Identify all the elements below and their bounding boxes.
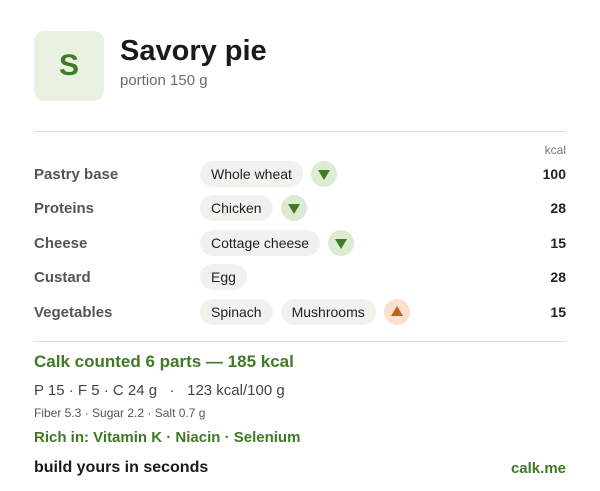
ingredient-chip[interactable]: Mushrooms	[280, 299, 376, 325]
ingredient-row-pastry-base: Pastry base Whole wheat 100	[34, 160, 566, 188]
ingredient-chips: Egg	[200, 263, 247, 291]
kcal-column-header: kcal	[544, 143, 566, 157]
portion-label: portion 150 g	[120, 72, 208, 89]
divider	[34, 341, 566, 342]
trend-down-icon[interactable]	[280, 195, 307, 221]
trend-up-icon[interactable]	[383, 299, 410, 325]
micro-nutrients-line: Fiber 5.3 · Sugar 2.2 · Salt 0.7 g	[34, 406, 206, 420]
recipe-avatar: S	[34, 31, 104, 101]
row-label: Custard	[34, 269, 91, 286]
ingredient-row-proteins: Proteins Chicken 28	[34, 194, 566, 222]
trend-down-icon[interactable]	[310, 161, 337, 187]
ingredient-row-vegetables: Vegetables Spinach Mushrooms 15	[34, 298, 566, 326]
ingredient-row-cheese: Cheese Cottage cheese 15	[34, 229, 566, 257]
row-kcal-value: 28	[550, 200, 566, 216]
rich-in-line: Rich in: Vitamin K · Niacin · Selenium	[34, 429, 301, 446]
row-kcal-value: 100	[542, 166, 566, 182]
row-label: Proteins	[34, 200, 95, 217]
ingredient-row-custard: Custard Egg 28	[34, 263, 566, 291]
row-kcal-value: 15	[550, 235, 566, 251]
avatar-letter: S	[58, 49, 79, 82]
ingredient-chip[interactable]: Cottage cheese	[200, 230, 321, 256]
page-title: Savory pie	[120, 35, 267, 67]
ingredient-chips: Spinach Mushrooms	[200, 298, 410, 326]
tagline: build yours in seconds	[34, 459, 209, 476]
ingredient-chips: Chicken	[200, 194, 307, 222]
brand-link[interactable]: calk.me	[511, 460, 566, 477]
row-label: Vegetables	[34, 304, 113, 321]
ingredient-chip[interactable]: Whole wheat	[200, 161, 303, 187]
row-kcal-value: 28	[550, 269, 566, 285]
ingredient-chips: Cottage cheese	[200, 229, 355, 257]
macros-line: P 15 · F 5 · C 24 g · 123 kcal/100 g	[34, 382, 285, 399]
row-label: Cheese	[34, 235, 88, 252]
trend-down-icon[interactable]	[328, 230, 355, 256]
ingredient-chip[interactable]: Chicken	[200, 195, 273, 221]
ingredient-chip[interactable]: Egg	[200, 264, 247, 290]
ingredient-chips: Whole wheat	[200, 160, 337, 188]
row-kcal-value: 15	[550, 304, 566, 320]
divider	[34, 131, 566, 132]
summary-heading: Calk counted 6 parts — 185 kcal	[34, 352, 294, 371]
ingredient-chip[interactable]: Spinach	[200, 299, 273, 325]
recipe-card: S Savory pie portion 150 g kcal Pastry b…	[0, 0, 600, 491]
row-label: Pastry base	[34, 166, 119, 183]
